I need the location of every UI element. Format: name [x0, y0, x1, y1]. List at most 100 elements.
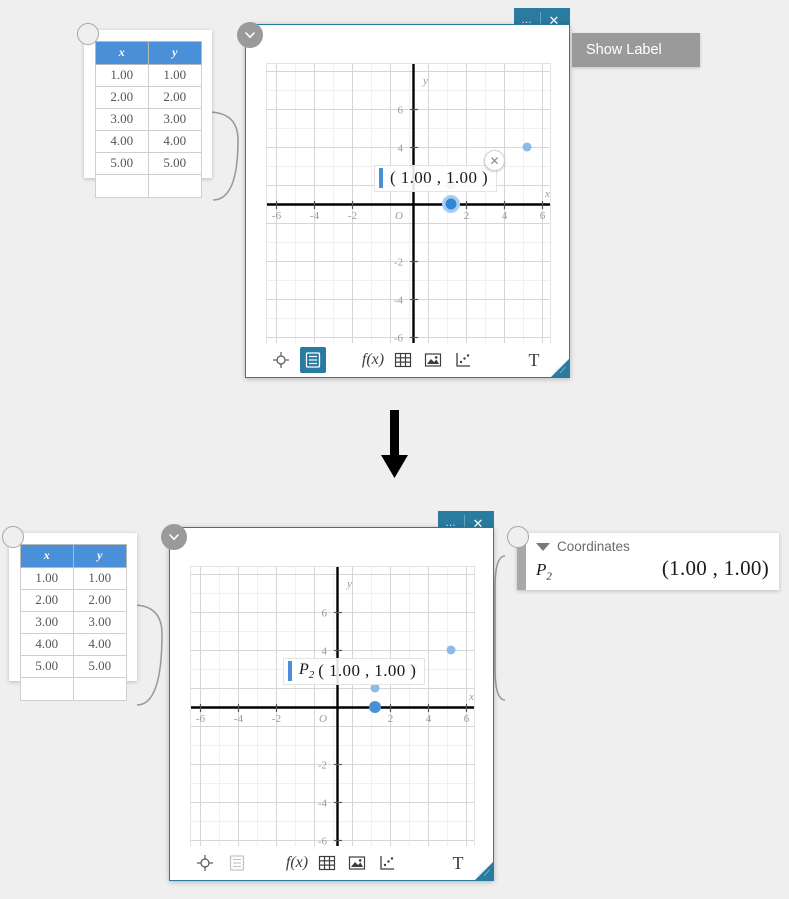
cell-y[interactable]: 4.00 — [147, 130, 203, 153]
cell-x[interactable]: 4.00 — [20, 633, 74, 656]
column-header-x[interactable]: x — [20, 544, 74, 568]
x-tick-label: -6 — [272, 210, 282, 222]
coordinates-value: (1.00 , 1.00) — [661, 556, 769, 580]
table-row[interactable]: 2.00 2.00 — [95, 86, 203, 109]
table-body-top: 1.00 1.00 2.00 2.00 3.00 3.00 4.00 4.00 … — [95, 64, 203, 198]
function-tool-icon[interactable]: f(x) — [284, 850, 310, 876]
cell-x[interactable]: 2.00 — [20, 589, 74, 612]
data-point — [522, 142, 532, 152]
cell-y[interactable] — [72, 677, 128, 701]
cell-x[interactable]: 1.00 — [20, 567, 74, 590]
plot-area-bottom[interactable]: -6 -4 -2 2 4 6 6 4 -2 -4 -6 O y x — [190, 566, 475, 848]
table-row[interactable]: 4.00 4.00 — [95, 130, 203, 153]
y-tick-label: -2 — [394, 257, 403, 269]
chart-tool-icon[interactable] — [374, 850, 400, 876]
y-tick-label: 4 — [398, 143, 404, 155]
table-row-empty[interactable] — [20, 677, 128, 701]
text-tool-icon[interactable]: T — [521, 347, 547, 373]
drag-handle-circle-coordinates[interactable] — [507, 526, 529, 548]
cell-y[interactable]: 2.00 — [147, 86, 203, 109]
y-tick-label: -4 — [318, 798, 328, 810]
table-header-row: x y — [95, 41, 203, 65]
image-tool-icon[interactable] — [344, 850, 370, 876]
drag-handle-circle-bottom-table[interactable] — [2, 526, 24, 548]
data-table-card-bottom[interactable]: x y 1.00 1.00 2.00 2.00 3.00 3.00 4.00 4… — [9, 533, 137, 701]
cell-x[interactable] — [95, 174, 149, 198]
plot-area-top[interactable]: -6 -4 -2 2 4 6 6 4 -2 -4 -6 O y x — [266, 63, 551, 345]
table-row[interactable]: 3.00 3.00 — [95, 108, 203, 131]
table-row[interactable]: 5.00 5.00 — [20, 655, 128, 678]
cell-x[interactable]: 3.00 — [95, 108, 149, 131]
cell-x[interactable]: 2.00 — [95, 86, 149, 109]
grid-tool-icon[interactable] — [314, 850, 340, 876]
point-label-name: P2 — [299, 661, 315, 682]
point-tool-icon[interactable] — [268, 347, 294, 373]
point-label-text: ( 1.00 , 1.00 ) — [390, 168, 489, 187]
text-tool-icon[interactable]: T — [445, 850, 471, 876]
triangle-down-icon[interactable] — [536, 542, 550, 551]
column-header-x[interactable]: x — [95, 41, 149, 65]
table-tool-icon[interactable] — [300, 347, 326, 373]
table-tool-icon[interactable] — [224, 850, 250, 876]
x-tick-label: 4 — [426, 713, 432, 725]
y-tick-label: 6 — [322, 608, 328, 620]
table-row-empty[interactable] — [95, 174, 203, 198]
point-tool-icon[interactable] — [192, 850, 218, 876]
coordinates-header[interactable]: Coordinates — [536, 539, 769, 554]
drag-handle-circle-top-table[interactable] — [77, 23, 99, 45]
cell-y[interactable]: 5.00 — [147, 152, 203, 175]
function-tool-icon[interactable]: f(x) — [360, 347, 386, 373]
coordinates-point-name: P2 — [536, 560, 552, 583]
label-close-icon[interactable]: ✕ — [484, 150, 505, 171]
image-tool-icon[interactable] — [420, 347, 446, 373]
coordinates-panel[interactable]: Coordinates P2 (1.00 , 1.00) — [517, 533, 779, 590]
resize-dots-icon: ⟋⟋ — [477, 868, 490, 878]
cell-y[interactable]: 4.00 — [72, 633, 128, 656]
cell-x[interactable]: 4.00 — [95, 130, 149, 153]
table-header-row: x y — [20, 544, 128, 568]
cell-x[interactable]: 5.00 — [95, 152, 149, 175]
table-row[interactable]: 1.00 1.00 — [20, 567, 128, 590]
point-label-bubble-top[interactable]: ( 1.00 , 1.00 ) — [374, 165, 498, 192]
graph-window-body-top: -6 -4 -2 2 4 6 6 4 -2 -4 -6 O y x (1.00… — [245, 24, 570, 378]
table-body-bottom: 1.00 1.00 2.00 2.00 3.00 3.00 4.00 4.00 … — [20, 567, 128, 701]
label-caret-icon — [379, 168, 383, 188]
y-axis-label: y — [422, 75, 428, 87]
table-row[interactable]: 5.00 5.00 — [95, 152, 203, 175]
data-table-top[interactable]: x y 1.00 1.00 2.00 2.00 3.00 3.00 4.00 4… — [95, 41, 203, 198]
column-header-y[interactable]: y — [72, 544, 128, 568]
collapse-handle-top-graph[interactable] — [237, 22, 263, 48]
cell-x[interactable]: 5.00 — [20, 655, 74, 678]
chevron-down-icon — [245, 32, 255, 39]
cell-x[interactable] — [20, 677, 74, 701]
grid-tool-icon[interactable] — [390, 347, 416, 373]
table-row[interactable]: 4.00 4.00 — [20, 633, 128, 656]
plot-svg-top: -6 -4 -2 2 4 6 6 4 -2 -4 -6 O y x — [267, 64, 550, 344]
table-row[interactable]: 3.00 3.00 — [20, 611, 128, 634]
origin-label: O — [395, 210, 403, 222]
point-label-bubble-bottom[interactable]: P2 ( 1.00 , 1.00 ) — [283, 658, 426, 686]
cell-x[interactable]: 1.00 — [95, 64, 149, 87]
cell-x[interactable]: 3.00 — [20, 611, 74, 634]
x-tick-label: -6 — [196, 713, 206, 725]
chart-tool-icon[interactable] — [450, 347, 476, 373]
cell-y[interactable]: 5.00 — [72, 655, 128, 678]
collapse-handle-bottom-graph[interactable] — [161, 524, 187, 550]
cell-y[interactable] — [147, 174, 203, 198]
cell-y[interactable]: 1.00 — [72, 567, 128, 590]
chevron-down-icon — [169, 534, 179, 541]
table-row[interactable]: 2.00 2.00 — [20, 589, 128, 612]
selected-point — [445, 198, 457, 210]
cell-y[interactable]: 1.00 — [147, 64, 203, 87]
data-table-bottom[interactable]: x y 1.00 1.00 2.00 2.00 3.00 3.00 4.00 4… — [20, 544, 128, 701]
data-table-card-top[interactable]: x y 1.00 1.00 2.00 2.00 3.00 3.00 4.00 4… — [84, 30, 212, 198]
cell-y[interactable]: 3.00 — [72, 611, 128, 634]
cell-y[interactable]: 2.00 — [72, 589, 128, 612]
x-tick-label: 6 — [540, 210, 546, 222]
column-header-y[interactable]: y — [147, 41, 203, 65]
page-root: x y 1.00 1.00 2.00 2.00 3.00 3.00 4.00 4… — [0, 0, 789, 899]
x-axis-label: x — [468, 691, 474, 703]
cell-y[interactable]: 3.00 — [147, 108, 203, 131]
y-tick-label: -4 — [394, 295, 404, 307]
table-row[interactable]: 1.00 1.00 — [95, 64, 203, 87]
